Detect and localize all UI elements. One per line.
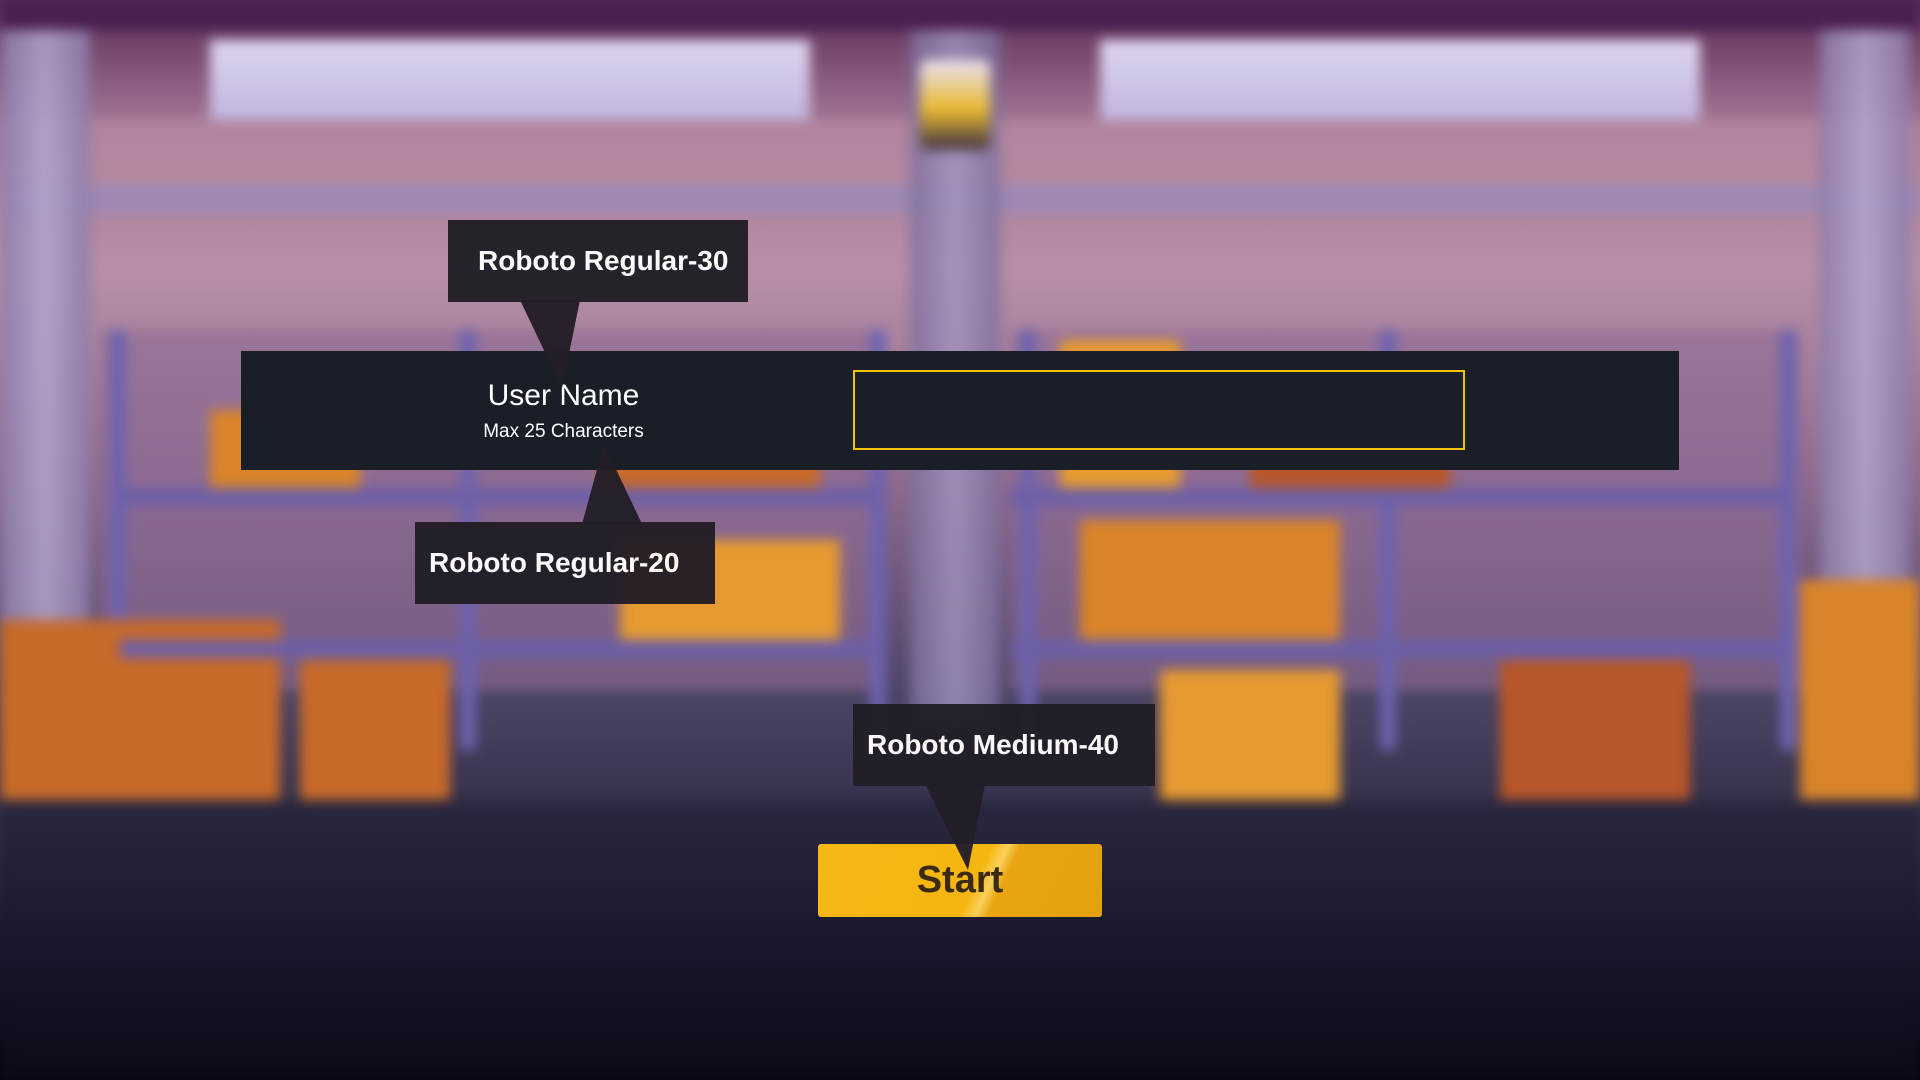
annotation-button-font: Roboto Medium-40	[853, 704, 1155, 786]
annotation-hint-font: Roboto Regular-20	[415, 522, 715, 604]
annotation-label-font: Roboto Regular-30	[448, 220, 748, 302]
username-input[interactable]	[853, 370, 1465, 450]
username-hint: Max 25 Characters	[483, 421, 644, 442]
start-button[interactable]: Start	[818, 844, 1102, 917]
username-panel: User Name Max 25 Characters	[241, 351, 1679, 470]
game-screen: User Name Max 25 Characters Start Roboto…	[0, 0, 1920, 1080]
username-label: User Name	[487, 379, 640, 412]
warehouse-background	[0, 0, 1920, 1080]
